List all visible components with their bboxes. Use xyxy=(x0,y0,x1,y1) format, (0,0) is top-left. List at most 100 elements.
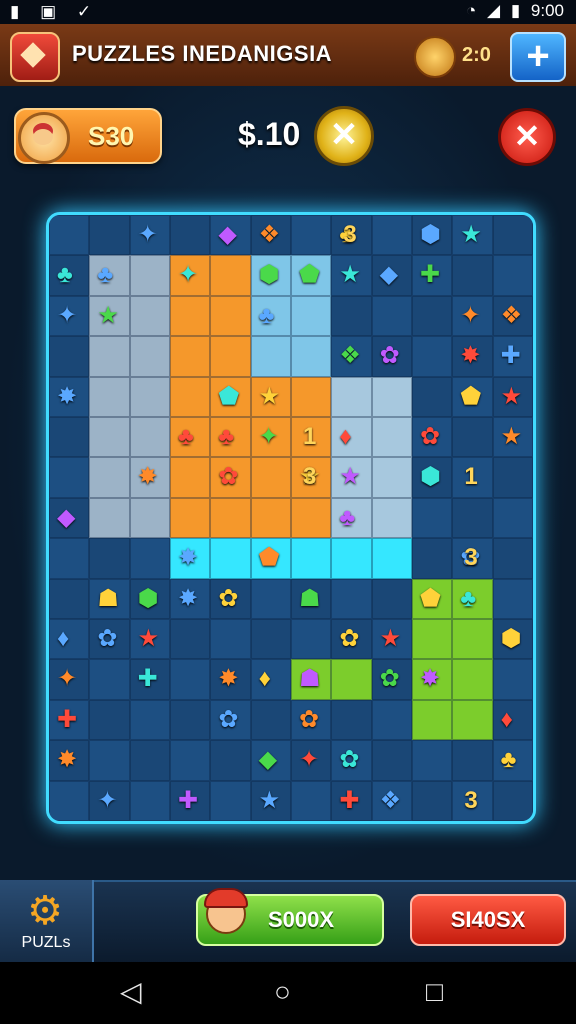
puzzle-piece-icon[interactable]: ✚ xyxy=(138,667,158,691)
puzzle-piece-icon[interactable]: ★ xyxy=(501,425,523,449)
puzzle-piece-icon[interactable]: ♦ xyxy=(339,425,351,449)
board-cell[interactable] xyxy=(49,780,90,821)
board-cell[interactable] xyxy=(291,538,332,579)
puzzle-piece-icon[interactable]: ✦ xyxy=(299,748,319,772)
puzzle-piece-icon[interactable]: ☗ xyxy=(299,667,321,691)
puzzle-piece-icon[interactable]: ✿ xyxy=(218,465,238,489)
puzzle-piece-icon[interactable]: ✿ xyxy=(339,748,359,772)
puzzle-piece-icon[interactable]: ☗ xyxy=(97,586,119,611)
puzzle-piece-icon[interactable]: ✸ xyxy=(178,546,198,570)
puzzle-piece-icon[interactable]: ⬢ xyxy=(259,263,280,287)
board-cell[interactable] xyxy=(371,457,412,498)
puzzle-piece-icon[interactable]: ★ xyxy=(97,303,119,328)
board-cell[interactable] xyxy=(250,336,291,377)
board-cell[interactable] xyxy=(129,376,170,417)
puzzle-piece-icon[interactable]: ✚ xyxy=(339,788,359,813)
board-cell[interactable] xyxy=(210,780,251,821)
board-cell[interactable] xyxy=(492,538,533,579)
puzzle-piece-icon[interactable]: ⬟ xyxy=(259,546,280,570)
puzzle-piece-icon[interactable]: ✿ xyxy=(420,425,440,449)
puzzle-piece-icon[interactable]: ❖ xyxy=(380,788,402,813)
board-cell[interactable] xyxy=(89,538,130,579)
board-cell[interactable] xyxy=(49,578,90,619)
puzzle-piece-icon[interactable]: ♣ xyxy=(57,263,73,287)
puzzle-piece-icon[interactable]: ✿ xyxy=(339,627,359,651)
board-cell[interactable] xyxy=(250,457,291,498)
puzzle-piece-icon[interactable]: ✦ xyxy=(97,788,117,813)
board-cell[interactable] xyxy=(412,538,453,579)
puzzle-piece-icon[interactable]: ⬢ xyxy=(420,223,441,247)
puzzle-piece-icon[interactable]: ⬢ xyxy=(138,586,159,611)
board-cell[interactable] xyxy=(371,376,412,417)
board-cell[interactable] xyxy=(331,538,372,579)
gold-x-button[interactable]: ✕ xyxy=(314,106,374,166)
board-cell[interactable] xyxy=(129,497,170,539)
app-logo-icon[interactable] xyxy=(10,32,60,82)
board-cell[interactable] xyxy=(129,417,170,458)
puzzle-piece-icon[interactable]: ✸ xyxy=(460,344,480,368)
puzzle-piece-icon[interactable]: ♣ xyxy=(178,425,194,449)
puzzle-piece-icon[interactable]: ✚ xyxy=(57,707,77,732)
board-cell[interactable] xyxy=(452,255,493,296)
puzzle-piece-icon[interactable]: ✸ xyxy=(178,586,198,611)
puzzle-piece-icon[interactable]: ❖ xyxy=(501,303,523,328)
puzzle-piece-icon[interactable]: ✿ xyxy=(380,344,400,368)
puzzle-piece-icon[interactable]: ⬟ xyxy=(420,586,441,611)
board-cell[interactable] xyxy=(210,255,251,296)
puzzle-piece-icon[interactable]: ♣ xyxy=(97,263,113,287)
board-cell[interactable] xyxy=(49,336,90,377)
board-cell[interactable] xyxy=(170,497,211,539)
puzzle-piece-icon[interactable]: ✿ xyxy=(380,667,400,691)
puzzle-piece-icon[interactable]: ♣ xyxy=(460,586,476,611)
board-cell[interactable] xyxy=(170,659,211,700)
back-icon[interactable]: ◁ xyxy=(120,978,142,1006)
board-cell[interactable] xyxy=(371,578,412,619)
board-cell[interactable] xyxy=(129,336,170,377)
puzzle-piece-icon[interactable]: ✦ xyxy=(57,303,77,328)
board-cell[interactable] xyxy=(412,376,453,417)
board-cell[interactable] xyxy=(371,699,412,741)
board-cell[interactable] xyxy=(170,619,211,660)
puzzle-piece-icon[interactable]: ✿ xyxy=(218,707,238,732)
puzzle-piece-icon[interactable]: ⬟ xyxy=(218,384,239,409)
puzzle-piece-icon[interactable]: ✚ xyxy=(178,788,198,813)
puzzle-piece-icon[interactable]: ★ xyxy=(339,263,361,287)
puzzle-piece-icon[interactable]: ✸ xyxy=(420,667,440,691)
board-cell[interactable] xyxy=(492,457,533,498)
board-cell[interactable] xyxy=(291,215,332,256)
board-cell[interactable] xyxy=(170,295,211,337)
board-cell[interactable] xyxy=(170,336,211,377)
board-cell[interactable] xyxy=(89,417,130,458)
board-cell[interactable] xyxy=(412,780,453,821)
board-cell[interactable] xyxy=(210,295,251,337)
puzzle-piece-icon[interactable]: ❖ xyxy=(259,223,281,247)
board-cell[interactable] xyxy=(492,215,533,256)
board-cell[interactable] xyxy=(89,740,130,781)
puzzle-piece-icon[interactable]: ✿ xyxy=(299,707,319,732)
puzzle-piece-icon[interactable]: ⬢ xyxy=(501,627,522,651)
board-cell[interactable] xyxy=(89,336,130,377)
board-cell[interactable] xyxy=(331,295,372,337)
board-cell[interactable] xyxy=(452,619,493,660)
board-cell[interactable] xyxy=(492,578,533,619)
board-cell[interactable] xyxy=(291,295,332,337)
board-cell[interactable] xyxy=(492,255,533,296)
puzzle-piece-icon[interactable]: ✦ xyxy=(259,425,279,449)
board-cell[interactable] xyxy=(170,215,211,256)
puzzle-piece-icon[interactable]: ⬟ xyxy=(299,263,320,287)
board-cell[interactable] xyxy=(129,538,170,579)
recents-icon[interactable]: □ xyxy=(426,978,443,1006)
board-cell[interactable] xyxy=(331,376,372,417)
puzzle-piece-icon[interactable]: ★ xyxy=(380,627,402,651)
board-cell[interactable] xyxy=(291,376,332,417)
puzzle-piece-icon[interactable]: ♦ xyxy=(501,707,513,732)
board-cell[interactable] xyxy=(291,780,332,821)
puzzle-piece-icon[interactable]: ◆ xyxy=(57,505,75,530)
board-cell[interactable] xyxy=(210,740,251,781)
red-action-button[interactable]: SI40SX xyxy=(410,894,566,946)
board-cell[interactable] xyxy=(452,699,493,741)
board-cell[interactable] xyxy=(129,255,170,296)
board-cell[interactable] xyxy=(412,497,453,539)
puzzle-piece-icon[interactable]: ★ xyxy=(501,384,523,409)
board-cell[interactable] xyxy=(412,699,453,741)
